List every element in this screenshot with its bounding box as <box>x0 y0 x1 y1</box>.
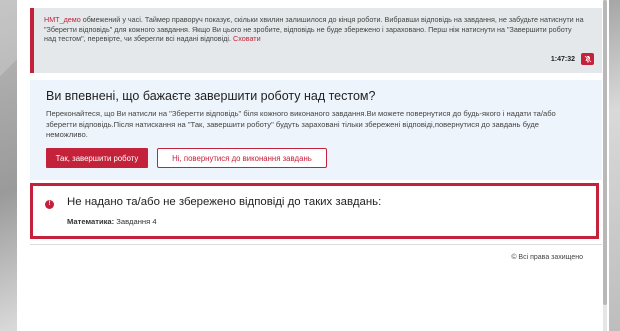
subject-label: Математика: <box>67 217 115 226</box>
task-link[interactable]: Завдання 4 <box>116 217 156 226</box>
confirm-body: Переконайтеся, що Ви натисли на "Зберегт… <box>46 109 556 140</box>
confirm-title: Ви впевнені, що бажаєте завершити роботу… <box>46 89 376 103</box>
timer-area: 1:47:32 <box>551 53 594 65</box>
finish-button[interactable]: Так, завершити роботу <box>46 148 148 168</box>
confirm-buttons: Так, завершити роботу Ні, повернутися до… <box>46 148 327 168</box>
test-page: НМТ_демо обмежений у часі. Таймер правор… <box>17 0 609 331</box>
unanswered-task-line: Математика: Завдання 4 <box>67 217 157 226</box>
hide-link[interactable]: Сховати <box>233 34 261 43</box>
copyright: © Всі права захищено <box>511 254 583 261</box>
time-limit-notice: НМТ_демо обмежений у часі. Таймер правор… <box>30 8 602 73</box>
footer-divider <box>30 244 602 245</box>
scrollbar[interactable] <box>603 0 607 331</box>
timer: 1:47:32 <box>550 55 575 63</box>
notice-text: НМТ_демо обмежений у часі. Таймер правор… <box>44 15 584 44</box>
course-name-link[interactable]: НМТ_демо <box>44 15 81 24</box>
bell-slash-icon[interactable] <box>581 53 594 65</box>
return-button[interactable]: Ні, повернутися до виконання завдань <box>157 148 327 168</box>
finish-confirmation: Ви впевнені, що бажаєте завершити роботу… <box>30 80 602 180</box>
warning-title: Не надано та/або не збережено відповіді … <box>67 196 382 208</box>
alert-icon: ! <box>45 200 54 209</box>
unanswered-warning: ! Не надано та/або не збережено відповід… <box>30 183 599 239</box>
notice-message: обмежений у часі. Таймер праворуч показу… <box>44 15 584 44</box>
scrollbar-thumb[interactable] <box>603 0 607 305</box>
